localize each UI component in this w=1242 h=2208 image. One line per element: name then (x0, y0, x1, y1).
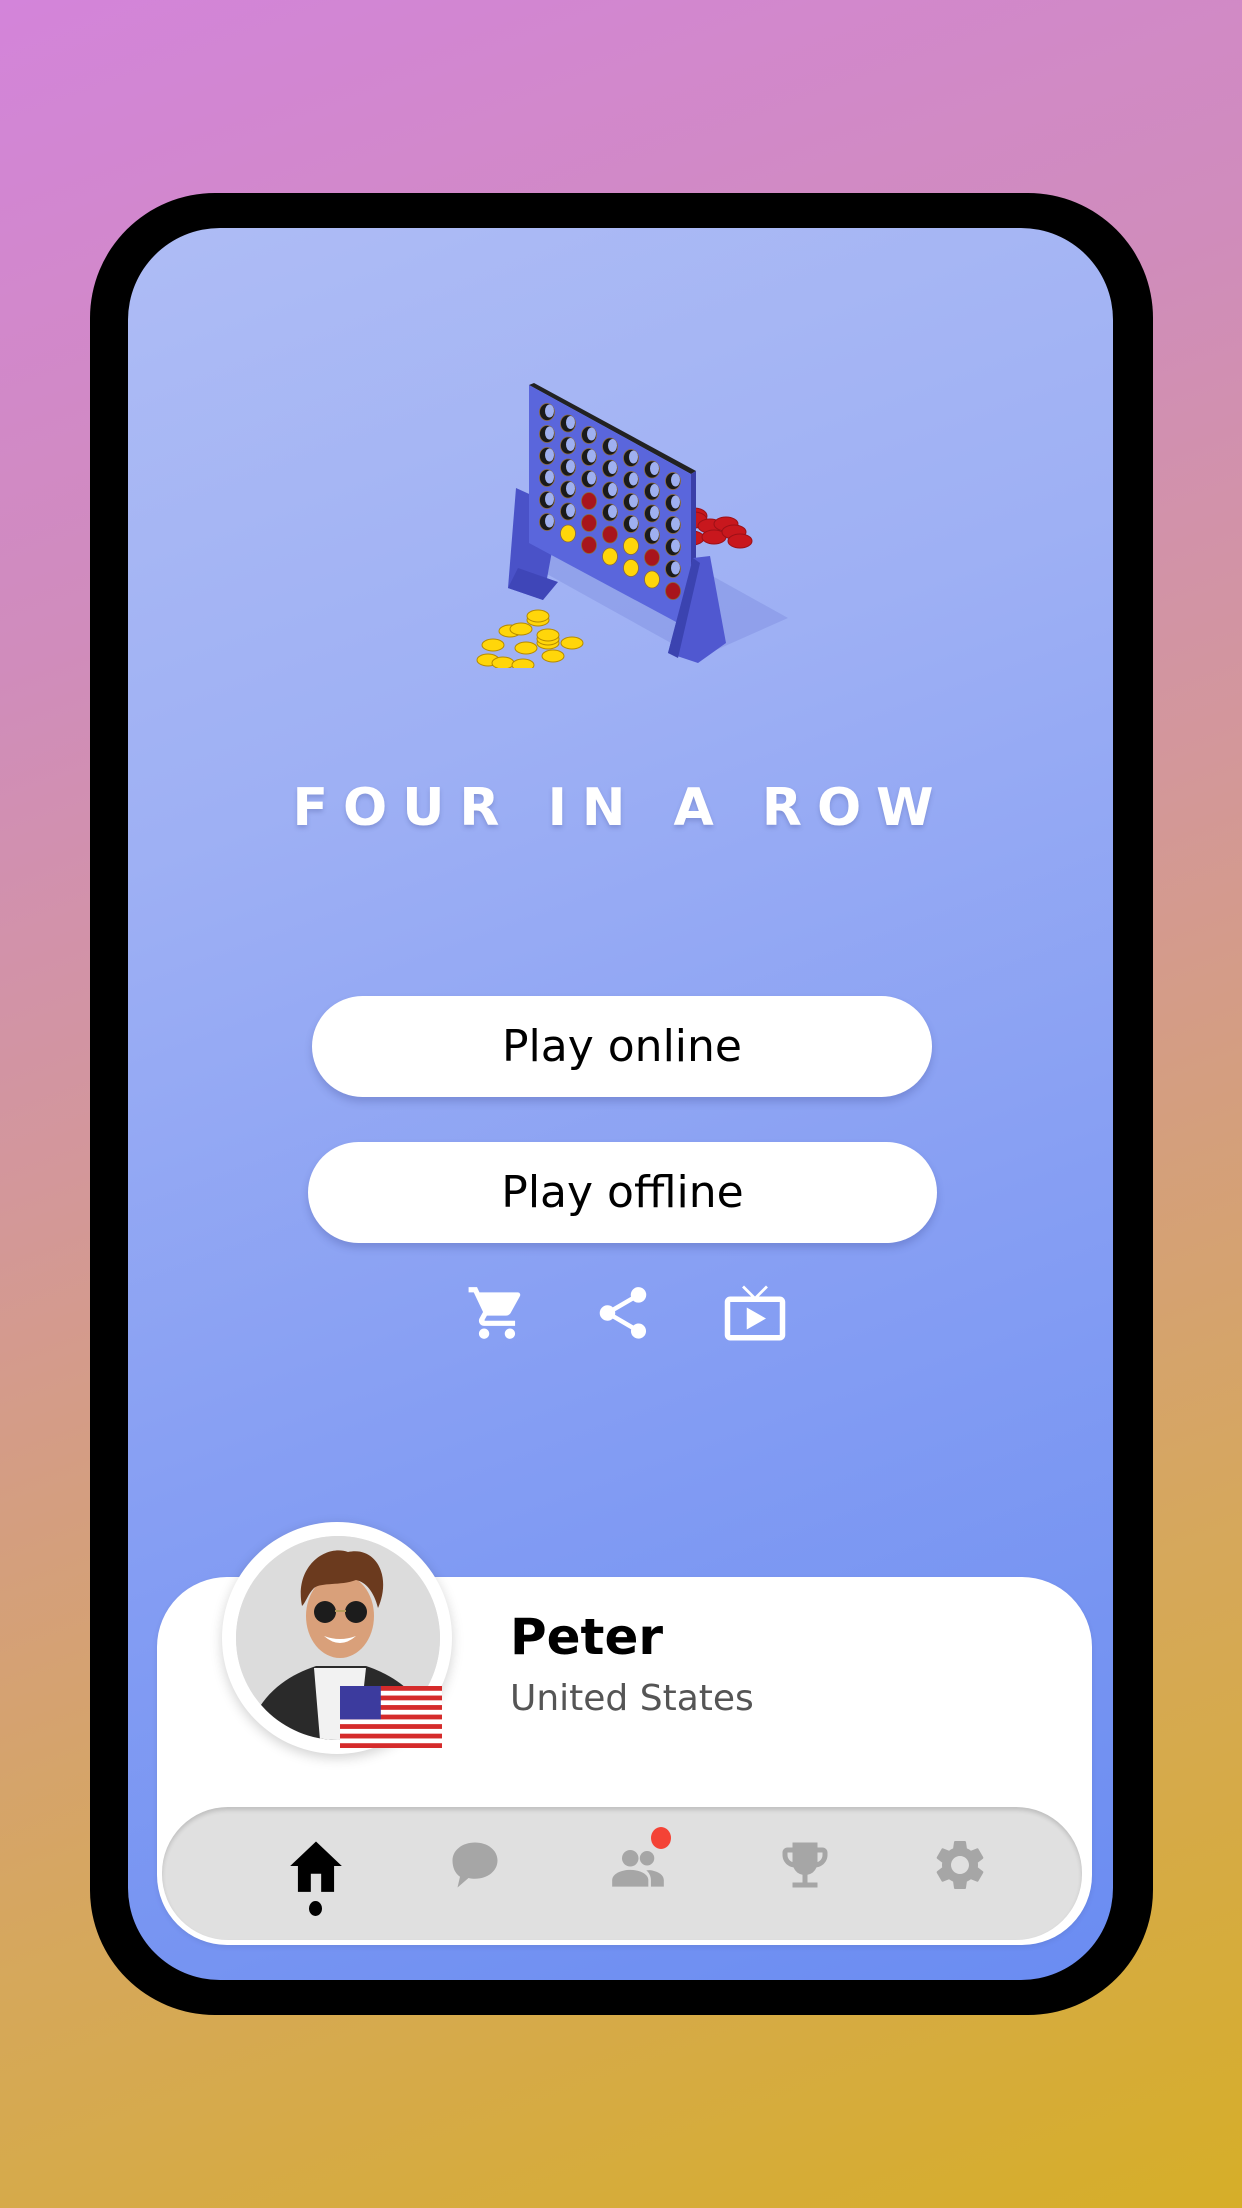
hole-highlight (545, 448, 554, 462)
trophy-icon (782, 1842, 828, 1888)
red-disc (581, 492, 597, 510)
hole-highlight (545, 514, 554, 528)
hole-highlight (650, 484, 659, 497)
player-country: United States (510, 1678, 754, 1719)
watch-video-button[interactable] (720, 1278, 790, 1348)
hole-highlight (545, 470, 554, 484)
active-indicator-dot (309, 1901, 322, 1916)
red-disc (581, 536, 597, 554)
hole-highlight (608, 461, 617, 474)
hole-highlight (566, 482, 575, 495)
hole-highlight (629, 494, 638, 508)
hole-highlight (650, 462, 659, 475)
hole-highlight (671, 561, 680, 575)
quick-actions (128, 1278, 1113, 1348)
hole-highlight (545, 404, 554, 418)
tv-play-icon (724, 1285, 786, 1341)
home-icon (290, 1841, 342, 1892)
game-title: FOUR IN A ROW (292, 778, 949, 838)
connect-four-illustration (476, 383, 788, 668)
yellow-disc (602, 547, 618, 566)
hole-highlight (629, 450, 638, 464)
hole-highlight (671, 473, 680, 487)
hole-highlight (587, 471, 596, 485)
hole-highlight (671, 495, 680, 509)
hole-highlight (566, 438, 575, 451)
red-disc (644, 548, 660, 567)
hole-highlight (566, 416, 575, 429)
yellow-disc (644, 570, 660, 589)
cart-icon (468, 1287, 521, 1339)
yellow-disc-pile (476, 609, 584, 668)
nav-item-leaderboard[interactable] (765, 1825, 845, 1921)
nav-item-settings[interactable] (920, 1825, 1000, 1921)
share-button[interactable] (588, 1278, 658, 1348)
hole-highlight (545, 426, 554, 440)
app-screen: FOUR IN A ROW Play online Play offline P… (128, 228, 1113, 1980)
hole-highlight (650, 528, 659, 541)
player-name: Peter (510, 1608, 664, 1666)
yellow-disc (623, 559, 639, 577)
phone-frame: FOUR IN A ROW Play online Play offline P… (90, 193, 1153, 2015)
friends-notification-badge (651, 1827, 671, 1849)
chat-bubble-icon (452, 1842, 498, 1888)
red-disc (665, 582, 681, 600)
play-online-button[interactable]: Play online (312, 996, 932, 1097)
yellow-disc (560, 524, 576, 543)
hole-highlight (566, 460, 575, 473)
hole-highlight (608, 483, 617, 496)
hole-highlight (608, 439, 617, 452)
yellow-disc (623, 537, 639, 555)
nav-item-home[interactable] (274, 1825, 354, 1921)
share-icon (599, 1287, 647, 1339)
hole-highlight (587, 449, 596, 463)
us-flag-icon (340, 1686, 442, 1748)
shop-button[interactable] (462, 1278, 532, 1348)
hole-highlight (629, 516, 638, 530)
hole-highlight (650, 506, 659, 519)
red-disc (581, 514, 597, 532)
hole-highlight (566, 504, 575, 517)
gear-icon (936, 1841, 984, 1889)
play-offline-button[interactable]: Play offline (308, 1142, 937, 1243)
hole-highlight (545, 492, 554, 506)
nav-item-chat[interactable] (435, 1825, 515, 1921)
hole-highlight (608, 505, 617, 518)
bottom-nav (162, 1807, 1082, 1940)
hole-highlight (671, 517, 680, 531)
nav-item-friends[interactable] (597, 1825, 677, 1921)
hole-highlight (629, 472, 638, 486)
hole-highlight (587, 427, 596, 441)
red-disc (602, 525, 618, 544)
hole-highlight (671, 539, 680, 553)
